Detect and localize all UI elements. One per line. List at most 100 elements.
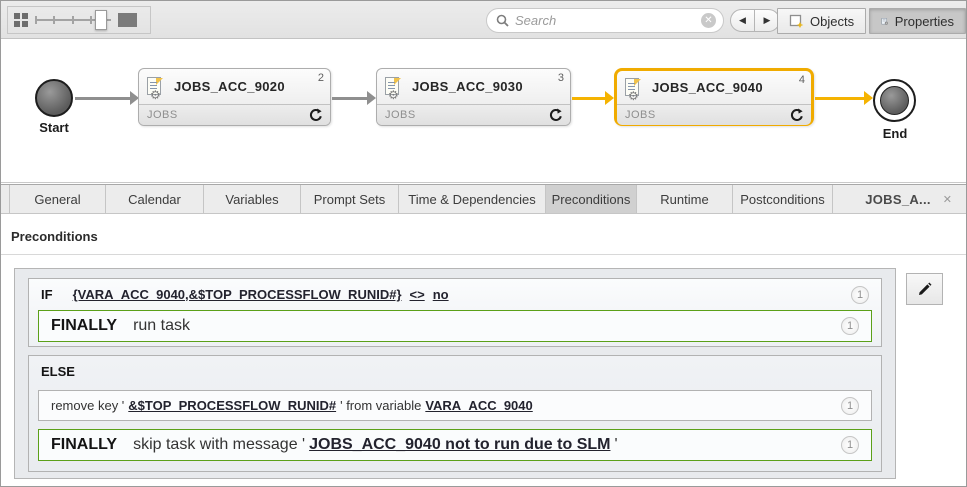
job-object-icon: ⚙	[147, 77, 164, 97]
node-title: JOBS_ACC_9040	[652, 80, 763, 95]
heading-divider	[1, 254, 966, 255]
clear-search-icon[interactable]: ✕	[701, 13, 716, 28]
properties-button[interactable]: Properties	[869, 8, 966, 34]
node-footer: JOBS	[617, 104, 811, 125]
finally-run-task-row[interactable]: FINALLY run task 1	[38, 310, 872, 342]
connector-start-to-9020	[75, 97, 131, 100]
tab-prompt-sets[interactable]: Prompt Sets	[301, 185, 399, 213]
zoom-slider-thumb[interactable]	[95, 10, 107, 30]
overview-grid-icon[interactable]	[14, 13, 28, 27]
tab-preconditions[interactable]: Preconditions	[546, 185, 637, 213]
if-condition-group[interactable]: IF {VARA_ACC_9040,&$TOP_PROCESSFLOW_RUNI…	[28, 278, 882, 347]
node-title: JOBS_ACC_9030	[412, 79, 523, 94]
else-condition-group[interactable]: ELSE remove key ' &$TOP_PROCESSFLOW_RUNI…	[28, 355, 882, 472]
else-keyword: ELSE	[41, 364, 75, 379]
zoom-control	[7, 6, 151, 34]
node-header: ⚙ JOBS_ACC_9030 3	[377, 69, 570, 104]
remove-key-middle: ' from variable	[340, 398, 421, 413]
zoom-slider-tick	[90, 16, 92, 24]
skip-message-prefix: skip task with message '	[133, 436, 305, 454]
else-row: ELSE	[29, 356, 881, 386]
zoom-slider-tick	[35, 16, 37, 24]
end-node[interactable]	[873, 79, 916, 122]
tab-time-dependencies[interactable]: Time & Dependencies	[399, 185, 546, 213]
zoom-slider[interactable]	[35, 9, 111, 31]
start-node[interactable]	[35, 79, 73, 117]
job-icon-fold	[634, 79, 641, 86]
count-badge: 1	[851, 286, 869, 304]
finally-keyword: FINALLY	[51, 436, 117, 454]
objects-button[interactable]: Objects	[777, 8, 866, 34]
condition-value-link[interactable]: no	[433, 287, 449, 302]
properties-icon	[881, 14, 889, 29]
tab-variables[interactable]: Variables	[204, 185, 301, 213]
object-tab-label: JOBS_A...	[865, 192, 931, 207]
remove-key-row[interactable]: remove key ' &$TOP_PROCESSFLOW_RUNID# ' …	[38, 390, 872, 421]
search-box: ✕	[486, 8, 724, 33]
conditions-container: IF {VARA_ACC_9040,&$TOP_PROCESSFLOW_RUNI…	[14, 268, 896, 479]
node-type-label: JOBS	[385, 109, 416, 121]
skip-message-link[interactable]: JOBS_ACC_9040 not to run due to SLM	[309, 436, 610, 454]
connector-arrowhead	[605, 91, 614, 105]
task-node-jobs-acc-9020[interactable]: ⚙ JOBS_ACC_9020 2 JOBS	[138, 68, 331, 126]
grid-square	[14, 13, 20, 19]
close-icon[interactable]: ✕	[943, 193, 952, 206]
objects-icon	[789, 14, 804, 29]
node-title: JOBS_ACC_9020	[174, 79, 285, 94]
node-index: 3	[558, 72, 564, 84]
prev-button[interactable]: ◀	[730, 9, 755, 32]
node-footer: JOBS	[377, 104, 570, 125]
tab-strip: General Calendar Variables Prompt Sets T…	[1, 184, 966, 214]
gear-icon: ⚙	[628, 90, 639, 102]
navigation-arrows: ◀ ▶	[730, 9, 780, 32]
if-keyword: IF	[41, 287, 53, 302]
restart-icon[interactable]	[309, 108, 323, 122]
workflow-canvas: Start ⚙ JOBS_ACC_9020 2 JOBS	[1, 40, 966, 183]
restart-icon[interactable]	[549, 108, 563, 122]
toolbar: ✕ ◀ ▶ Objects Properties	[1, 1, 966, 39]
node-index: 2	[318, 72, 324, 84]
remove-key-link[interactable]: &$TOP_PROCESSFLOW_RUNID#	[128, 398, 336, 413]
if-row[interactable]: IF {VARA_ACC_9040,&$TOP_PROCESSFLOW_RUNI…	[29, 279, 881, 310]
condition-variable-link[interactable]: {VARA_ACC_9040,&$TOP_PROCESSFLOW_RUNID#}	[73, 287, 402, 302]
condition-operator-link[interactable]: <>	[410, 287, 425, 302]
tab-postconditions[interactable]: Postconditions	[733, 185, 833, 213]
object-tab-jobs-acc-9040[interactable]: JOBS_A... ✕	[851, 185, 966, 213]
preconditions-panel: Preconditions IF {VARA_ACC_9040,&$TOP_PR…	[1, 215, 966, 487]
node-footer: JOBS	[139, 104, 330, 125]
connector-9040-to-end	[815, 97, 867, 100]
finally-action-text: run task	[133, 317, 190, 335]
edit-button[interactable]	[906, 273, 943, 305]
finally-skip-task-row[interactable]: FINALLY skip task with message ' JOBS_AC…	[38, 429, 872, 461]
tab-general[interactable]: General	[9, 185, 106, 213]
job-object-icon: ⚙	[385, 77, 402, 97]
end-node-label: End	[873, 126, 917, 141]
panel-heading: Preconditions	[11, 229, 966, 244]
search-icon	[496, 14, 509, 27]
job-object-icon: ⚙	[625, 78, 642, 98]
tab-runtime[interactable]: Runtime	[637, 185, 733, 213]
skip-message-suffix: '	[614, 436, 617, 454]
remove-variable-link[interactable]: VARA_ACC_9040	[425, 398, 532, 413]
zoom-fit-button[interactable]	[118, 13, 137, 27]
tab-calendar[interactable]: Calendar	[106, 185, 204, 213]
zoom-slider-tick	[53, 16, 55, 24]
node-index: 4	[799, 74, 805, 86]
node-header: ⚙ JOBS_ACC_9040 4	[617, 71, 811, 104]
zoom-slider-tick	[72, 16, 74, 24]
connector-arrowhead	[864, 91, 873, 105]
job-icon-line	[388, 82, 395, 83]
finally-keyword: FINALLY	[51, 317, 117, 335]
node-type-label: JOBS	[625, 109, 656, 121]
count-badge: 1	[841, 317, 859, 335]
search-input[interactable]	[509, 13, 701, 28]
gear-icon: ⚙	[150, 89, 161, 101]
job-icon-line	[388, 85, 395, 86]
connector-9030-to-9040	[572, 97, 606, 100]
pencil-icon	[916, 281, 933, 298]
remove-key-prefix: remove key '	[51, 398, 124, 413]
task-node-jobs-acc-9030[interactable]: ⚙ JOBS_ACC_9030 3 JOBS	[376, 68, 571, 126]
task-node-jobs-acc-9040[interactable]: ⚙ JOBS_ACC_9040 4 JOBS	[614, 68, 814, 126]
restart-icon[interactable]	[790, 108, 804, 122]
properties-button-label: Properties	[895, 14, 954, 29]
